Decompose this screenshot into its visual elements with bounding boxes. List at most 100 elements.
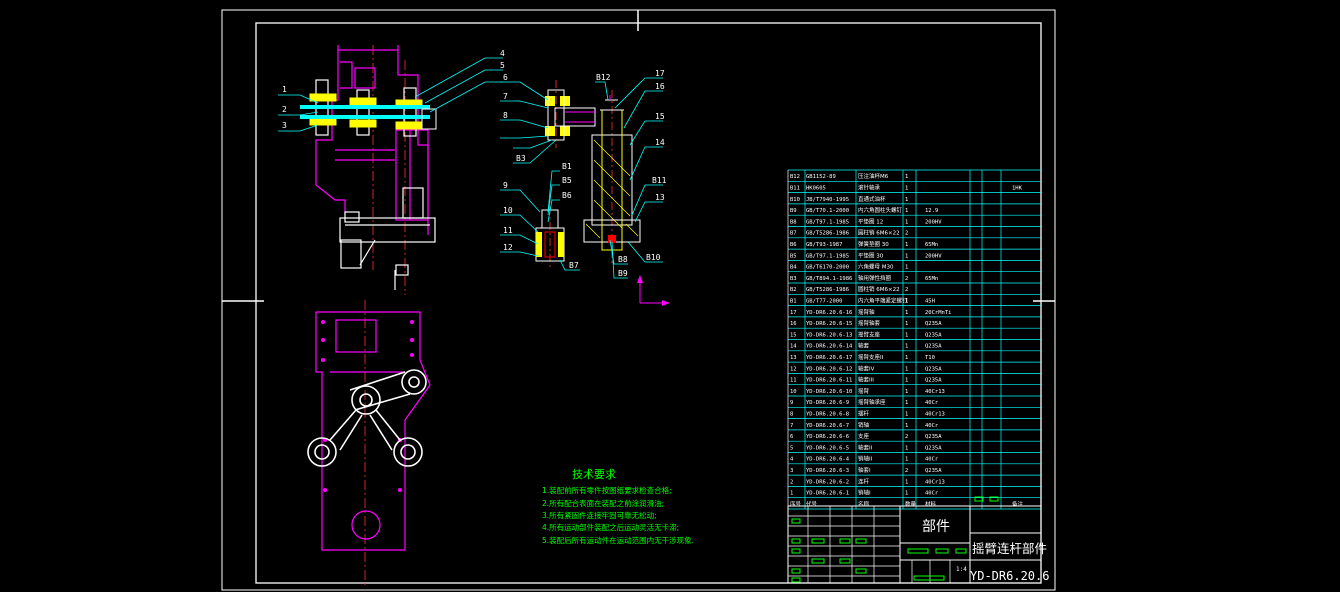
bom-cell: 1 [905, 208, 908, 214]
bom-cell: 1 [905, 332, 908, 338]
bom-cell: HK0605 [806, 186, 826, 192]
bom-cell: B8 [790, 219, 797, 225]
section-view-a [535, 80, 596, 268]
bom-cell: 40Cr [925, 423, 939, 429]
bom-cell: 1 [905, 219, 908, 225]
bom-cell: YD-DR6.20.6-5 [806, 445, 849, 451]
bom-cell: 45H [925, 299, 935, 305]
bom-cell: 6 [790, 434, 793, 440]
callout-labels: 1 2 3 4 5 6 7 8 B3 B1 B5 B6 9 10 11 12 B… [282, 49, 667, 278]
callout-9: 9 [503, 181, 508, 190]
bom-cell: 3 [790, 468, 793, 474]
callout-b3: B3 [516, 154, 526, 163]
bom-cell: 2 [905, 231, 908, 237]
bom-cell: 16 [790, 321, 797, 327]
front-view [300, 45, 437, 295]
tech-line-2: 2.所有配合表面在装配之前涂润滑油; [542, 498, 664, 508]
bom-cell: 40Cr13 [925, 479, 945, 485]
bom-cell: 六角螺母 M30 [858, 263, 894, 271]
bom-cell: GB/T6170-2000 [806, 265, 849, 271]
bom-header-cell: 序号 [790, 500, 802, 508]
bom-cell: 9 [790, 400, 793, 406]
bom-cell: Q235A [925, 332, 942, 338]
bom-cell: Q235A [925, 321, 942, 327]
bom-cell: 10 [790, 389, 797, 395]
bom-cell: T10 [925, 355, 935, 361]
callout-6: 6 [503, 73, 508, 82]
bom-header-cell: 备注 [1012, 500, 1024, 508]
bom-cell: 2 [905, 287, 908, 293]
bom-cell: 1 [905, 445, 908, 451]
bom-cell: 滚针轴承 [858, 184, 881, 192]
bom-cell: 11 [790, 378, 797, 384]
bom-cell: 摇臂轴承座 [858, 398, 886, 406]
bom-cell: 轴套IV [858, 364, 875, 372]
bom-cell: 1 [905, 174, 908, 180]
bom-cell: 1 [905, 378, 908, 384]
callout-15: 15 [655, 112, 665, 121]
bom-cell: YD-DR6.20.6-8 [806, 412, 849, 418]
title-part-name: 摇臂连杆部件 [972, 541, 1047, 556]
bom-cell: 12.9 [925, 208, 938, 214]
bom-cell: 摇臂支座II [858, 353, 884, 361]
bom-cell: 2 [905, 434, 908, 440]
bom-cell: 1 [905, 265, 908, 271]
callout-b8: B8 [618, 255, 628, 264]
bom-cell: YD-DR6.20.6-13 [806, 332, 852, 338]
bom-cell: B4 [790, 265, 797, 271]
callout-17: 17 [655, 69, 665, 78]
bom-cell: GB/T77-2000 [806, 299, 842, 305]
bom-cell: GB/T97.1-1985 [806, 219, 849, 225]
bom-cell: B10 [790, 197, 800, 203]
callout-14: 14 [655, 138, 665, 147]
bom-cell: 1 [905, 491, 908, 497]
bom-cell: 1 [905, 253, 908, 259]
bom-cell: 40Cr13 [925, 412, 945, 418]
bom-cell: 14 [790, 344, 797, 350]
callout-5: 5 [500, 61, 505, 70]
bom-cell: 17 [790, 310, 797, 316]
bom-cell: 1HK [1012, 186, 1023, 192]
bom-cell: 8 [790, 412, 793, 418]
bom-cell: B6 [790, 242, 797, 248]
title-drawing-no: YD-DR6.20.6 [970, 569, 1049, 583]
bom-cell: 1 [905, 197, 908, 203]
tech-title: 技术要求 [572, 468, 616, 481]
leader-lines [278, 57, 663, 279]
bom-header-cell: 数量 [905, 500, 917, 508]
technical-requirements: 技术要求 1.装配前所有零件按图纸要求检查合格; 2.所有配合表面在装配之前涂润… [542, 468, 694, 545]
bom-cell: 摇臂 [858, 387, 870, 395]
bom-cell: YD-DR6.20.6-3 [806, 468, 849, 474]
title-block: 部件 摇臂连杆部件 YD-DR6.20.6 1:4 [787, 496, 1049, 584]
bom-cell: YD-DR6.20.6-16 [806, 310, 852, 316]
bom-cell: 13 [790, 355, 797, 361]
bom-table: B12 GB1152-89 压注油杯M6 1B11 HK0605 滚针轴承 1 1HKB10 J… [787, 169, 1042, 510]
bom-cell: 销轴II [858, 455, 873, 463]
callout-b12: B12 [596, 73, 611, 82]
bom-cell: 弹簧垫圈 30 [858, 240, 889, 248]
bom-cell: JB/T7940-1995 [806, 197, 849, 203]
bom-cell: 摇臂轴套 [858, 319, 881, 327]
bom-cell: B7 [790, 231, 797, 237]
bom-cell: 内六角圆柱头螺钉 [858, 206, 903, 214]
bom-cell: 轴套II [858, 443, 873, 451]
bom-cell: YD-DR6.20.6-6 [806, 434, 849, 440]
bom-cell: Q235A [925, 434, 942, 440]
bom-cell: YD-DR6.20.6-14 [806, 344, 853, 350]
bom-cell: B12 [790, 174, 800, 180]
bom-cell: 2 [905, 276, 908, 282]
callout-7: 7 [503, 92, 508, 101]
tech-line-1: 1.装配前所有零件按图纸要求检查合格; [542, 485, 672, 495]
bom-cell: 轴套 [858, 342, 870, 350]
callout-10: 10 [503, 206, 513, 215]
bom-cell: 65Mn [925, 242, 938, 248]
callout-b6: B6 [562, 191, 572, 200]
bom-cell: 1 [905, 423, 908, 429]
bom-cell: Q235A [925, 366, 942, 372]
callout-1: 1 [282, 85, 287, 94]
bom-cell: 1 [905, 457, 908, 463]
bom-cell: 65Mn [925, 276, 938, 282]
bom-cell: GB/T894.1-1986 [806, 276, 852, 282]
bom-cell: YD-DR6.20.6-7 [806, 423, 849, 429]
bom-cell: 12 [790, 366, 797, 372]
